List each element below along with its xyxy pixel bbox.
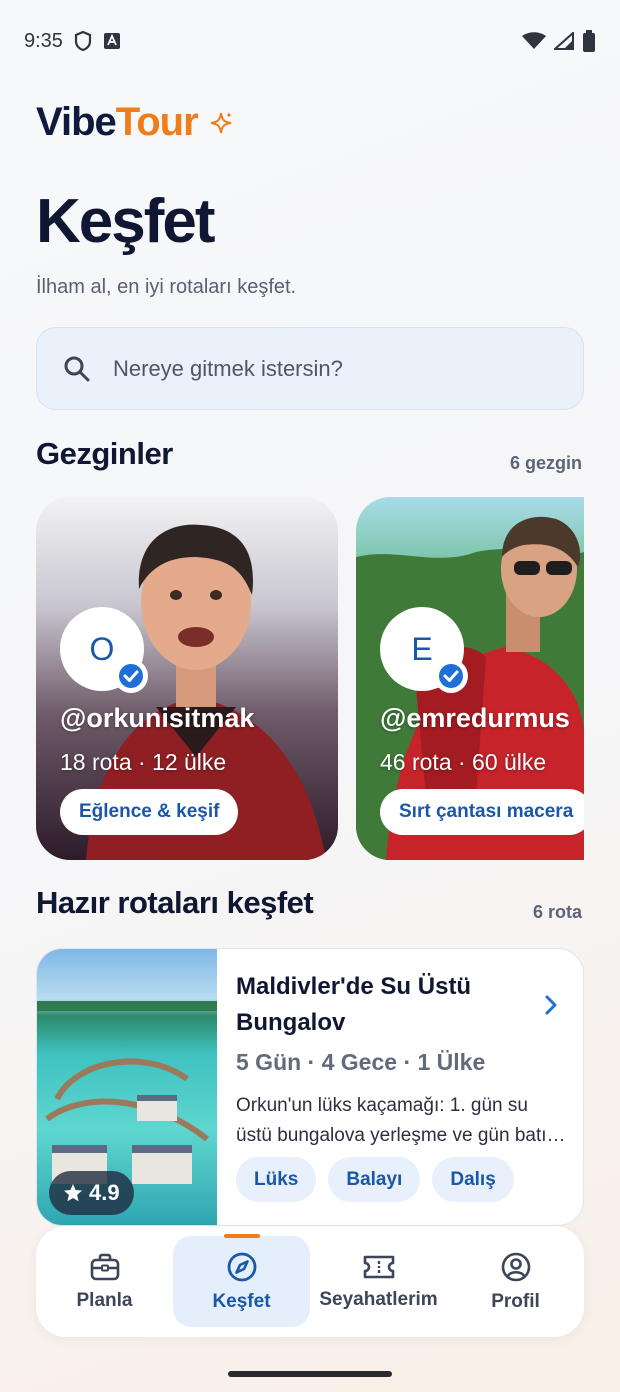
rating-value: 4.9 bbox=[89, 1180, 120, 1205]
star-icon bbox=[64, 1184, 82, 1202]
route-image: 4.9 bbox=[37, 949, 217, 1225]
rating-badge: 4.9 bbox=[49, 1171, 134, 1215]
route-title: Maldivler'de Su Üstü Bungalov bbox=[236, 973, 472, 1036]
route-tag[interactable]: Lüks bbox=[236, 1157, 317, 1202]
nav-label: Keşfet bbox=[212, 1290, 271, 1312]
page-subtitle: İlham al, en iyi rotaları keşfet. bbox=[36, 276, 297, 298]
travelers-count: 6 gezgin bbox=[509, 453, 582, 473]
briefcase-icon bbox=[90, 1253, 119, 1280]
compass-icon bbox=[227, 1252, 256, 1281]
traveler-stats: 46 rota · 60 ülke bbox=[380, 749, 547, 775]
travelers-title: Gezginler bbox=[36, 436, 173, 471]
home-indicator[interactable] bbox=[228, 1371, 392, 1377]
brand-vibe: Vibe bbox=[36, 100, 117, 144]
battery-icon bbox=[583, 30, 595, 52]
status-right bbox=[522, 30, 596, 52]
route-card[interactable]: 4.9 Maldivler'de Su Üstü Bungalov 5 Gün … bbox=[36, 948, 584, 1226]
status-bar: 9:35 bbox=[24, 24, 596, 58]
signal-icon bbox=[554, 32, 574, 50]
page-title: Keşfet bbox=[36, 187, 216, 256]
route-tags: Lüks Balayı Dalış bbox=[236, 1157, 514, 1202]
search-icon bbox=[64, 356, 90, 381]
sparkle-icon bbox=[210, 112, 231, 133]
status-time: 9:35 bbox=[24, 29, 63, 52]
routes-count: 6 rota bbox=[532, 902, 582, 922]
nav-item-planla[interactable]: Planla bbox=[36, 1226, 173, 1337]
traveler-card[interactable]: E @emredurmus 46 rota · 60 ülke Sırt çan… bbox=[356, 497, 584, 860]
traveler-handle: @emredurmus bbox=[380, 703, 570, 733]
verified-badge-icon bbox=[114, 659, 148, 693]
nav-label: Profil bbox=[491, 1290, 540, 1312]
profile-icon bbox=[501, 1252, 530, 1281]
shield-icon bbox=[74, 30, 92, 52]
traveler-stats: 18 rota · 12 ülke bbox=[60, 749, 227, 775]
route-tag[interactable]: Balayı bbox=[328, 1157, 421, 1202]
route-tag[interactable]: Dalış bbox=[432, 1157, 514, 1202]
brand-logo: Vibe Tour bbox=[36, 100, 234, 145]
wifi-icon bbox=[522, 32, 546, 49]
traveler-handle: @orkunisitmak bbox=[60, 703, 255, 733]
traveler-card[interactable]: O @orkunisitmak 18 rota · 12 ülke Eğlenc… bbox=[36, 497, 338, 860]
nav-item-seyahatlerim[interactable]: Seyahatlerim bbox=[310, 1226, 447, 1337]
traveler-tag[interactable]: Sırt çantası macera bbox=[380, 789, 584, 835]
nav-item-kesfet[interactable]: Keşfet bbox=[173, 1236, 310, 1327]
search-input[interactable]: Nereye gitmek istersin? bbox=[36, 327, 584, 410]
ticket-icon bbox=[363, 1255, 394, 1278]
brand-tour: Tour bbox=[115, 100, 199, 144]
route-meta: 5 Gün · 4 Gece · 1 Ülke bbox=[236, 1049, 486, 1075]
nav-label: Planla bbox=[76, 1289, 133, 1311]
search-placeholder: Nereye gitmek istersin? bbox=[113, 355, 343, 381]
route-description: Orkun'un lüks kaçamağı: 1. gün su üstü b… bbox=[236, 1095, 566, 1146]
status-left: 9:35 bbox=[24, 30, 121, 53]
nav-label: Seyahatlerim bbox=[319, 1288, 438, 1310]
nav-item-profil[interactable]: Profil bbox=[447, 1226, 584, 1337]
verified-badge-icon bbox=[434, 659, 468, 693]
keyboard-icon bbox=[103, 33, 120, 49]
bottom-nav: Planla Keşfet Seyahatlerim Profil bbox=[36, 1226, 584, 1337]
chevron-right-icon[interactable] bbox=[543, 993, 559, 1017]
routes-title: Hazır rotaları keşfet bbox=[36, 885, 314, 920]
traveler-tag[interactable]: Eğlence & keşif bbox=[60, 789, 239, 835]
